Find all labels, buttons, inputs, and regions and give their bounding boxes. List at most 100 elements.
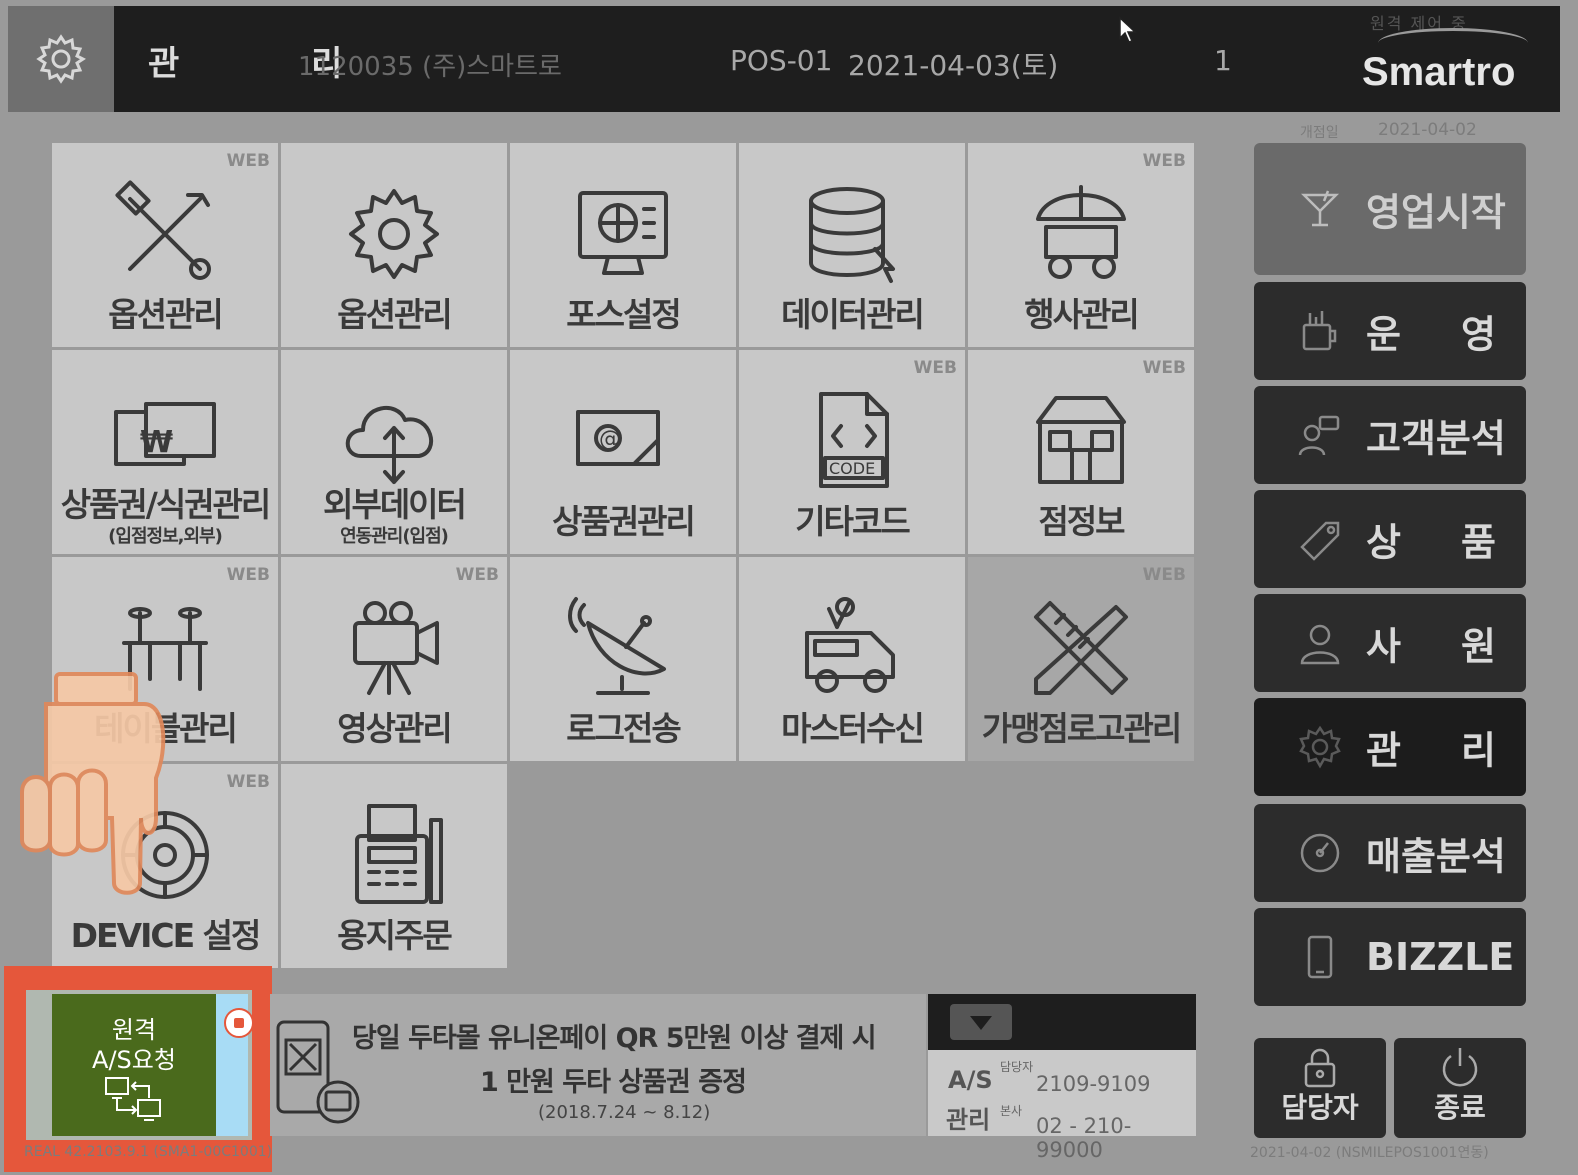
code-file-icon: CODE: [819, 392, 889, 488]
menu-tile[interactable]: WEB 행사관리: [968, 143, 1194, 347]
web-badge: WEB: [1142, 565, 1186, 585]
remote-as-request-button[interactable]: 원격 A/S요청: [52, 994, 216, 1136]
business-start-button[interactable]: 영업시작: [1254, 143, 1526, 275]
promo-line2: 1 만원 두타 상품권 증정: [480, 1067, 747, 1098]
menu-tile[interactable]: 포스설정: [510, 143, 736, 347]
web-badge: WEB: [455, 565, 499, 585]
qr-phone-icon: [276, 1020, 360, 1124]
tile-label: 포스설정: [566, 295, 681, 334]
gear-icon: [1299, 725, 1341, 769]
version-footer: 2021-04-02 (NSMILEPOS1001연동): [1250, 1145, 1489, 1161]
menu-tile[interactable]: 옵션관리: [281, 143, 507, 347]
notification-badge: [224, 1008, 254, 1038]
database-icon: [809, 187, 895, 283]
sales-analysis-button[interactable]: 매출분석: [1254, 804, 1526, 902]
menu-tile[interactable]: WEB CODE 기타코드: [739, 350, 965, 554]
svg-text:@: @: [599, 427, 621, 452]
pencil-ruler-icon: [1034, 601, 1128, 695]
tile-label: 기타코드: [795, 502, 910, 541]
smartro-logo: Smartro: [1362, 50, 1516, 94]
open-date: 2021-04-02: [1378, 120, 1477, 140]
cocktail-icon: [1300, 190, 1340, 227]
lock-icon: [1304, 1048, 1336, 1088]
settings-button[interactable]: [8, 6, 114, 112]
tools-icon: [115, 180, 211, 280]
bizzle-button[interactable]: BIZZLE: [1254, 908, 1526, 1006]
phone-icon: [1307, 935, 1333, 979]
menu-tile[interactable]: WEB 옵션관리: [52, 143, 278, 347]
remote-connect-icon: [105, 1077, 161, 1121]
manager-button[interactable]: 담당자: [1254, 1038, 1386, 1138]
tile-sublabel: 연동관리(입점): [340, 526, 449, 547]
manager-label: 담당자: [1281, 1091, 1359, 1124]
tile-sublabel: (입점정보,외부): [108, 526, 223, 547]
hq-small-label: 본사: [1000, 1104, 1023, 1118]
customer-chat-icon: [1298, 415, 1340, 456]
cup-icon: [1302, 311, 1337, 351]
open-date-label: 개점일: [1300, 125, 1339, 141]
customer-analysis-button[interactable]: 고객분석: [1254, 386, 1526, 484]
menu-label: 운영: [1366, 312, 1496, 357]
menu-label: 고객분석: [1366, 416, 1506, 461]
tile-label: 옵션관리: [337, 295, 452, 334]
monitor-globe-icon: [578, 191, 668, 275]
tile-label: 옵션관리: [108, 295, 223, 334]
tile-label: 상품권관리: [552, 502, 696, 541]
menu-tile[interactable]: 용지주문: [281, 764, 507, 968]
menu-label: 관리: [1366, 728, 1496, 773]
hq-phone: 02 - 210-99000: [1036, 1114, 1132, 1162]
camera-icon: [353, 601, 439, 695]
menu-label: 사원: [1366, 624, 1496, 669]
menu-label: 영업시작: [1366, 190, 1506, 235]
web-badge: WEB: [1142, 151, 1186, 171]
menu-tile[interactable]: ₩ 상품권/식권관리 (입점정보,외부): [52, 350, 278, 554]
as-panel-header: [928, 994, 1196, 1050]
exit-label: 종료: [1434, 1091, 1486, 1124]
remote-line2: A/S요청: [92, 1046, 176, 1074]
pointing-hand-icon: [20, 672, 166, 895]
employee-button[interactable]: 사원: [1254, 594, 1526, 692]
satellite-icon: [568, 597, 666, 695]
menu-label: 매출분석: [1366, 834, 1506, 879]
menu-tile[interactable]: 외부데이터 연동관리(입점): [281, 350, 507, 554]
manager-small-label: 담당자: [1000, 1060, 1034, 1074]
management-button[interactable]: 관리: [1254, 698, 1526, 796]
menu-tile[interactable]: 로그전송: [510, 557, 736, 761]
menu-tile[interactable]: WEB 점정보: [968, 350, 1194, 554]
exit-button[interactable]: 종료: [1394, 1038, 1526, 1138]
tile-label: 상품권/식권관리: [60, 485, 272, 524]
tile-label: 점정보: [1038, 502, 1125, 541]
menu-tile[interactable]: 데이터관리: [739, 143, 965, 347]
menu-tile[interactable]: @ 상품권관리: [510, 350, 736, 554]
van-icon: [805, 597, 895, 693]
promo-period: (2018.7.24 ~ 8.12): [538, 1102, 711, 1123]
menu-tile[interactable]: 마스터수신: [739, 557, 965, 761]
operation-button[interactable]: 운영: [1254, 282, 1526, 380]
web-badge: WEB: [226, 151, 270, 171]
tag-icon: [1300, 521, 1340, 561]
stall-icon: [1036, 185, 1126, 279]
svg-text:₩: ₩: [140, 425, 173, 460]
tile-label: 마스터수신: [781, 709, 925, 748]
web-badge: WEB: [226, 772, 270, 792]
gear-icon: [349, 189, 439, 279]
product-button[interactable]: 상품: [1254, 490, 1526, 588]
store-icon: [1036, 396, 1126, 484]
menu-tile[interactable]: WEB 가맹점로고관리: [968, 557, 1194, 761]
gear-icon: [36, 34, 86, 84]
web-badge: WEB: [913, 358, 957, 378]
tile-label: 가맹점로고관리: [981, 709, 1183, 748]
tile-label: 행사관리: [1024, 295, 1139, 334]
promo-banner[interactable]: 당일 두타몰 유니온페이 QR 5만원 이상 결제 시 1 만원 두타 상품권 …: [270, 994, 926, 1136]
business-date: 2021-04-03(토): [848, 49, 1059, 82]
admin-label: 관리: [946, 1106, 991, 1134]
menu-label: 상품: [1366, 520, 1496, 565]
receipt-printer-icon: [355, 804, 443, 904]
tile-label: 영상관리: [337, 709, 452, 748]
menu-tile[interactable]: WEB 영상관리: [281, 557, 507, 761]
manager-phone: 2109-9109: [1036, 1072, 1151, 1096]
person-icon: [1300, 624, 1340, 665]
promo-line1: 당일 두타몰 유니온페이 QR 5만원 이상 결제 시: [352, 1023, 877, 1054]
mouse-cursor-icon: [1119, 16, 1137, 43]
collapse-toggle[interactable]: [950, 1004, 1012, 1040]
